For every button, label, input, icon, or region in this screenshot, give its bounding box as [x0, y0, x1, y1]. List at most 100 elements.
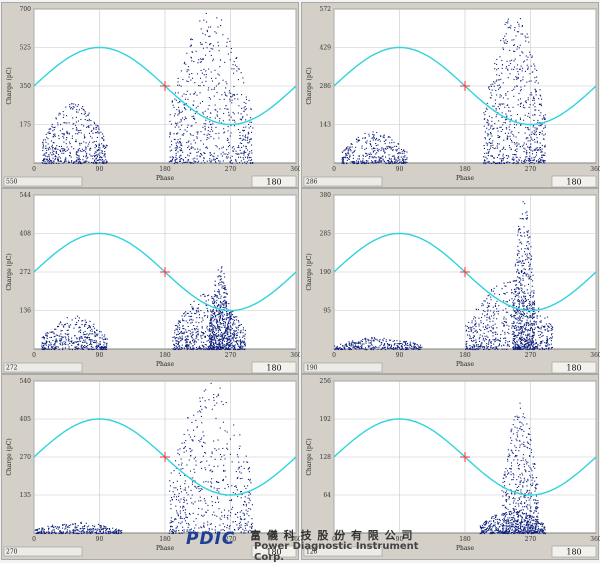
- data-point: [173, 348, 174, 349]
- data-point: [78, 320, 79, 321]
- data-point: [515, 149, 516, 150]
- data-point: [511, 132, 512, 133]
- data-point: [523, 303, 524, 304]
- data-point: [545, 134, 546, 135]
- data-point: [490, 138, 491, 139]
- data-point: [192, 347, 193, 348]
- data-point: [501, 158, 502, 159]
- data-point: [209, 342, 210, 343]
- data-point: [239, 69, 240, 70]
- data-point: [380, 339, 381, 340]
- data-point: [214, 334, 215, 335]
- data-point: [488, 295, 489, 296]
- data-point: [226, 81, 227, 82]
- data-point: [208, 299, 209, 300]
- data-point: [360, 161, 361, 162]
- data-point: [489, 317, 490, 318]
- data-point: [188, 330, 189, 331]
- data-point: [389, 159, 390, 160]
- data-point: [388, 348, 389, 349]
- data-point: [228, 157, 229, 158]
- data-point: [185, 311, 186, 312]
- data-point: [182, 338, 183, 339]
- data-point: [533, 133, 534, 134]
- data-point: [348, 158, 349, 159]
- data-point: [228, 317, 229, 318]
- data-point: [495, 148, 496, 149]
- data-point: [513, 69, 514, 70]
- data-point: [198, 85, 199, 86]
- data-point: [506, 66, 507, 67]
- data-point: [507, 312, 508, 313]
- data-point: [222, 339, 223, 340]
- data-point: [534, 329, 535, 330]
- data-point: [53, 147, 54, 148]
- data-point: [76, 348, 77, 349]
- data-point: [95, 125, 96, 126]
- data-point: [99, 152, 100, 153]
- data-point: [195, 329, 196, 330]
- data-point: [217, 327, 218, 328]
- data-point: [394, 142, 395, 143]
- data-point: [217, 155, 218, 156]
- data-point: [493, 312, 494, 313]
- data-point: [98, 159, 99, 160]
- data-point: [88, 144, 89, 145]
- data-point: [184, 316, 185, 317]
- data-point: [101, 331, 102, 332]
- data-point: [197, 329, 198, 330]
- data-point: [524, 291, 525, 292]
- data-point: [217, 305, 218, 306]
- data-point: [72, 138, 73, 139]
- data-point: [64, 343, 65, 344]
- data-point: [394, 345, 395, 346]
- data-point: [228, 339, 229, 340]
- data-point: [396, 146, 397, 147]
- data-point: [214, 302, 215, 303]
- data-point: [492, 145, 493, 146]
- data-point: [51, 349, 52, 350]
- x-tick-label: 180: [459, 352, 471, 359]
- data-point: [91, 346, 92, 347]
- data-point: [66, 161, 67, 162]
- data-point: [520, 69, 521, 70]
- data-point: [197, 73, 198, 74]
- data-point: [495, 306, 496, 307]
- data-point: [519, 292, 520, 293]
- data-point: [52, 145, 53, 146]
- data-point: [213, 59, 214, 60]
- data-point: [374, 340, 375, 341]
- data-point: [227, 324, 228, 325]
- data-point: [349, 343, 350, 344]
- data-point: [229, 312, 230, 313]
- data-point: [541, 125, 542, 126]
- data-point: [347, 146, 348, 147]
- data-point: [489, 321, 490, 322]
- data-point: [182, 79, 183, 80]
- data-point: [63, 150, 64, 151]
- data-point: [341, 349, 342, 350]
- data-point: [528, 237, 529, 238]
- data-point: [365, 153, 366, 154]
- data-point: [508, 333, 509, 334]
- data-point: [374, 338, 375, 339]
- data-point: [525, 344, 526, 345]
- data-point: [179, 85, 180, 86]
- data-point: [505, 39, 506, 40]
- data-point: [48, 160, 49, 161]
- data-point: [523, 340, 524, 341]
- data-point: [91, 329, 92, 330]
- data-point: [106, 347, 107, 348]
- data-point: [542, 149, 543, 150]
- data-point: [535, 313, 536, 314]
- data-point: [83, 346, 84, 347]
- data-point: [98, 147, 99, 148]
- data-point: [530, 137, 531, 138]
- data-point: [217, 349, 218, 350]
- data-point: [499, 163, 500, 164]
- data-point: [102, 153, 103, 154]
- y-tick-label: 285: [320, 231, 332, 238]
- data-point: [210, 113, 211, 114]
- data-point: [493, 347, 494, 348]
- data-point: [223, 333, 224, 334]
